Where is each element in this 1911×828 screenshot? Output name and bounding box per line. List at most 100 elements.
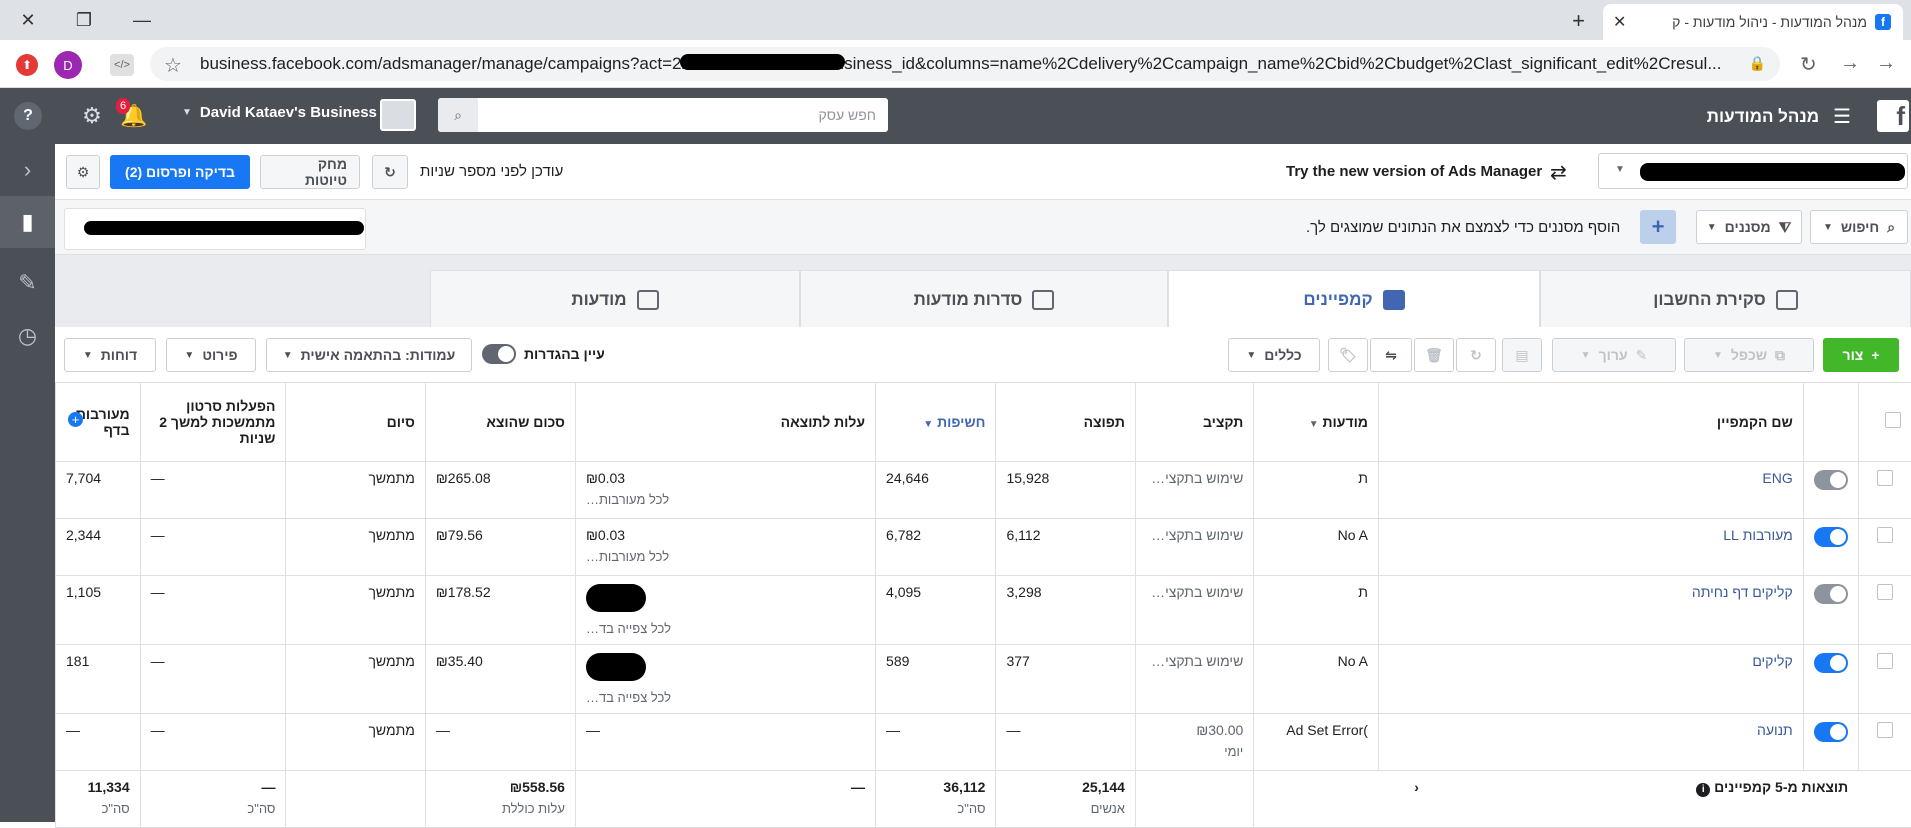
- tag-button[interactable]: 🏷: [1328, 338, 1368, 372]
- search-icon: ⌕: [1887, 219, 1895, 236]
- row-checkbox[interactable]: [1877, 470, 1893, 486]
- extension-icon[interactable]: ⬆: [16, 54, 38, 76]
- switch-icon[interactable]: ⇄: [1550, 160, 1567, 185]
- col-delivery[interactable]: מודעות ▼: [1254, 383, 1379, 461]
- row-checkbox[interactable]: [1877, 653, 1893, 669]
- col-cost-per-result[interactable]: עלות לתוצאה: [575, 383, 875, 461]
- tab-close-icon[interactable]: ✕: [1613, 12, 1626, 32]
- review-publish-button[interactable]: בדיקה ופרסום (2): [110, 155, 250, 189]
- row-checkbox[interactable]: [1877, 584, 1893, 600]
- chart-icon[interactable]: ▮: [0, 196, 55, 248]
- totals-label-cell[interactable]: ‹תוצאות מ-5 קמפיינים i: [1254, 770, 1858, 827]
- search-button[interactable]: ⌕חיפוש▼: [1810, 210, 1908, 244]
- add-column-icon[interactable]: +: [68, 412, 83, 427]
- try-new-version-link[interactable]: Try the new version of Ads Manager: [1286, 163, 1542, 180]
- campaign-toggle[interactable]: [1814, 722, 1848, 742]
- chevron-down-icon: ▼: [1581, 350, 1591, 361]
- totals-impressions-value: 36,112: [943, 779, 985, 795]
- campaign-name-link[interactable]: קליקים דף נחיתה: [1692, 584, 1793, 600]
- columns-button[interactable]: עמודות: בהתאמה אישית▼: [266, 338, 472, 372]
- window-restore-icon[interactable]: ❐: [70, 6, 98, 34]
- tab-account-overview[interactable]: סקירת החשבון: [1540, 270, 1911, 328]
- back-icon[interactable]: →: [1876, 52, 1896, 75]
- campaign-name-link[interactable]: קליקים: [1752, 653, 1792, 669]
- tab-campaigns[interactable]: קמפיינים: [1168, 270, 1540, 329]
- video-value: —: [151, 653, 165, 669]
- campaign-toggle[interactable]: [1814, 653, 1848, 673]
- col-amount-spent[interactable]: סכום שהוצא: [425, 383, 575, 461]
- col-ends[interactable]: סיום: [286, 383, 425, 461]
- col-reach[interactable]: תפוצה: [996, 383, 1135, 461]
- tab-ads[interactable]: מודעות: [430, 270, 800, 328]
- new-tab-button[interactable]: +: [1572, 8, 1585, 34]
- forward-icon[interactable]: →: [1840, 52, 1860, 75]
- filters-button[interactable]: ⧩מסננים▼: [1696, 210, 1802, 244]
- create-button[interactable]: +צור: [1823, 338, 1899, 372]
- col-video-plays[interactable]: הפעלות סרטון מתמשכות למשך 2 שניות: [140, 383, 286, 461]
- chevron-down-icon: ▼: [184, 350, 194, 361]
- row-checkbox[interactable]: [1877, 527, 1893, 543]
- tab-ad-sets[interactable]: סדרות מודעות: [800, 270, 1168, 328]
- col-campaign-name[interactable]: שם הקמפיין: [1378, 383, 1803, 461]
- row-checkbox[interactable]: [1877, 722, 1893, 738]
- table-row[interactable]: ENGתשימוש בתקצי…15,92824,646₪0.03לכל מעו…: [56, 461, 1911, 518]
- engagement-value: 1,105: [66, 584, 101, 600]
- table-row[interactable]: מעורבות LLNo Aשימוש בתקצי…6,1126,782₪0.0…: [56, 518, 1911, 575]
- cost-value: ₪0.03: [586, 527, 625, 543]
- clock-icon[interactable]: ◷: [0, 310, 55, 362]
- restore-button[interactable]: ↻: [1456, 338, 1496, 372]
- profile-avatar[interactable]: D: [54, 51, 82, 79]
- expand-rail-icon[interactable]: ›: [0, 144, 55, 196]
- ends-value: מתמשך: [368, 722, 414, 738]
- rules-button[interactable]: כללים▼: [1228, 338, 1320, 372]
- campaign-toggle[interactable]: [1814, 470, 1848, 490]
- code-extension-icon[interactable]: </>: [110, 54, 134, 76]
- copy-icon: ⧉: [1775, 347, 1785, 364]
- table-row[interactable]: קליקיםNo Aשימוש בתקצי…377589לכל צפייה בד…: [56, 644, 1911, 713]
- select-all-checkbox[interactable]: [1885, 412, 1901, 428]
- browser-tab[interactable]: f מנהל המודעות - ניהול מודעות - ק ✕: [1603, 4, 1903, 40]
- redaction: [680, 54, 845, 70]
- business-avatar[interactable]: [380, 99, 416, 131]
- campaign-toggle[interactable]: [1814, 527, 1848, 547]
- refresh-button[interactable]: ↻: [372, 155, 408, 189]
- duplicate-button[interactable]: ⧉שכפל▼: [1684, 338, 1814, 372]
- reports-button[interactable]: דוחות▼: [64, 338, 156, 372]
- reload-icon[interactable]: ↻: [1800, 52, 1817, 77]
- window-close-icon[interactable]: ✕: [14, 6, 42, 34]
- app-title[interactable]: ☰ מנהל המודעות: [1707, 104, 1851, 129]
- business-search-input[interactable]: חפש עסק ⌕: [438, 98, 888, 132]
- business-selector[interactable]: ▼ David Kataev's Business: [182, 104, 377, 121]
- campaign-toggle[interactable]: [1814, 584, 1848, 604]
- edit-button[interactable]: ✎ערוך▼: [1552, 338, 1676, 372]
- table-row[interactable]: תנועהAd Set Error(₪30.00יומי————מתמשך——: [56, 713, 1911, 770]
- window-minimize-icon[interactable]: —: [128, 6, 156, 34]
- select-all-cell[interactable]: [1858, 383, 1911, 461]
- clipboard-button[interactable]: ▤: [1502, 338, 1542, 372]
- campaign-name-link[interactable]: מעורבות LL: [1723, 527, 1792, 543]
- col-budget[interactable]: תקציב: [1135, 383, 1253, 461]
- table-row[interactable]: קליקים דף נחיתהתשימוש בתקצי…3,2984,095לכ…: [56, 575, 1911, 644]
- help-icon[interactable]: ?: [14, 102, 42, 130]
- campaign-name-link[interactable]: ENG: [1762, 470, 1792, 486]
- campaign-name-link[interactable]: תנועה: [1757, 722, 1793, 738]
- col-impressions[interactable]: חשיפות ▼: [876, 383, 996, 461]
- url-field[interactable]: ☆ business.facebook.com/adsmanager/manag…: [150, 47, 1780, 81]
- totals-engagement-sub: סה"כ: [66, 801, 130, 816]
- cost-value: ₪0.03: [586, 470, 625, 486]
- search-icon[interactable]: ⌕: [438, 98, 478, 132]
- pencil-icon[interactable]: ✎: [0, 257, 55, 309]
- facebook-logo-icon[interactable]: f: [1877, 100, 1909, 132]
- hamburger-menu-icon[interactable]: ☰: [1833, 104, 1851, 129]
- settings-gear-button[interactable]: ⚙: [66, 155, 100, 189]
- view-setup-switch[interactable]: [482, 344, 516, 364]
- add-filter-button[interactable]: +: [1640, 210, 1676, 244]
- view-setup-toggle[interactable]: עיין בהגדרות: [482, 344, 605, 364]
- delete-button[interactable]: 🗑: [1414, 338, 1454, 372]
- discard-drafts-button[interactable]: מחק טיוטות: [260, 155, 360, 189]
- breakdown-button[interactable]: פירוט▼: [166, 338, 256, 372]
- bookmark-star-icon[interactable]: ☆: [164, 53, 182, 78]
- gear-icon[interactable]: ⚙: [78, 102, 106, 130]
- ab-test-button[interactable]: ⇋: [1370, 338, 1412, 372]
- video-value: —: [151, 527, 165, 543]
